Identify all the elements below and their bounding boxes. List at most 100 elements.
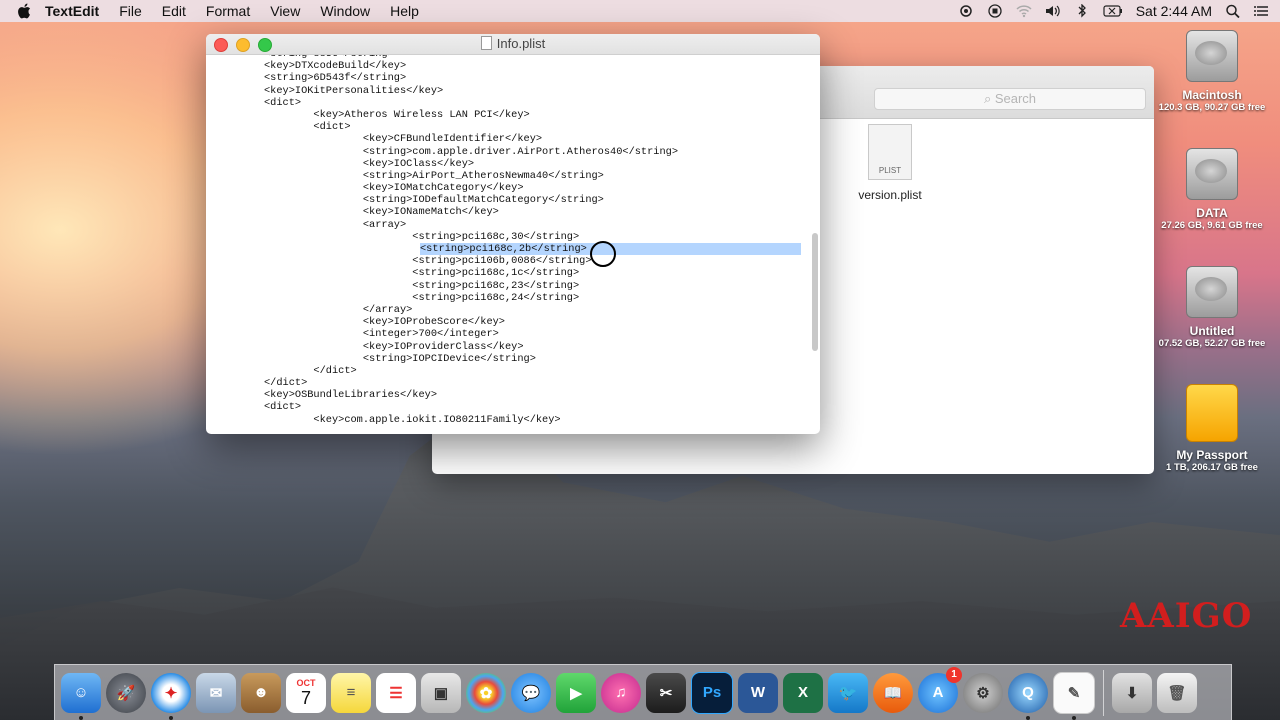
running-indicator — [1026, 715, 1030, 720]
text-line[interactable]: <key>OSBundleLibraries</key> — [206, 389, 806, 401]
text-line[interactable]: <string>pci106b,0086</string> — [206, 255, 806, 267]
downloads-stack-icon[interactable]: ⬇ — [1112, 672, 1152, 713]
safari-dock-icon[interactable]: ✦ — [151, 672, 191, 720]
ibooks-dock-icon[interactable]: 📖 — [873, 672, 913, 713]
text-editor-area[interactable]: <string>8856</string><key>DTXcodeBuild</… — [206, 55, 820, 434]
quicktime-dock-icon[interactable]: Q — [1008, 672, 1048, 720]
plist-file-icon: PLIST — [868, 124, 912, 180]
volume-icon[interactable] — [1045, 4, 1061, 18]
drive-macintosh[interactable]: Macintosh 120.3 GB, 90.27 GB free — [1150, 30, 1274, 113]
external-drive-icon — [1186, 384, 1238, 442]
text-line[interactable]: <key>IOClass</key> — [206, 158, 806, 170]
version-plist-file[interactable]: PLIST version.plist — [840, 124, 940, 202]
system-preferences-dock-icon[interactable]: ⚙ — [963, 672, 1003, 713]
text-line[interactable]: <string>AirPort_AtherosNewma40</string> — [206, 170, 806, 182]
photoshop-dock-icon[interactable]: Ps — [691, 671, 733, 714]
menu-help[interactable]: Help — [390, 3, 419, 19]
text-line[interactable]: <string>IODefaultMatchCategory</string> — [206, 194, 806, 206]
finder-dock-icon[interactable]: ☺ — [61, 672, 101, 720]
drive-name: Untitled — [1189, 324, 1235, 338]
text-line[interactable]: </dict> — [206, 365, 806, 377]
text-line[interactable]: <string>pci168c,1c</string> — [206, 267, 806, 279]
finder-search-placeholder: Search — [994, 91, 1037, 106]
text-line[interactable]: <string>com.apple.driver.AirPort.Atheros… — [206, 146, 806, 158]
spotlight-search-icon[interactable] — [1225, 4, 1241, 18]
textedit-window[interactable]: Info.plist <string>8856</string><key>DTX… — [206, 34, 820, 434]
running-indicator — [79, 715, 83, 720]
text-line[interactable]: <key>IOProbeScore</key> — [206, 316, 806, 328]
text-line[interactable]: <key>IONameMatch</key> — [206, 206, 806, 218]
messages-dock-icon[interactable]: 💬 — [511, 672, 551, 713]
calendar-dock-icon[interactable]: OCT 7 — [286, 672, 326, 713]
menu-file[interactable]: File — [119, 3, 142, 19]
menu-app-name[interactable]: TextEdit — [45, 3, 99, 19]
facetime-dock-icon[interactable]: ▶ — [556, 672, 596, 713]
textedit-dock-icon[interactable]: ✎ — [1053, 671, 1095, 720]
finder-search-field[interactable]: ⌕ Search — [874, 88, 1146, 110]
wifi-icon[interactable] — [1016, 4, 1032, 18]
text-line[interactable]: </array> — [206, 304, 806, 316]
menu-window[interactable]: Window — [320, 3, 370, 19]
text-line[interactable]: <key>DTXcodeBuild</key> — [206, 60, 806, 72]
photos-dock-icon[interactable]: ✿ — [466, 672, 506, 713]
creative-cloud-icon[interactable] — [958, 4, 974, 18]
text-line[interactable]: <dict> — [206, 121, 806, 133]
calendar-month: OCT — [296, 677, 316, 688]
text-line[interactable]: <key>com.apple.iokit.IO80211Family</key> — [206, 414, 806, 426]
dock-separator — [1103, 669, 1104, 716]
final-cut-dock-icon[interactable]: ✂ — [646, 672, 686, 713]
reminders-dock-icon[interactable]: ☰ — [376, 672, 416, 713]
app-store-dock-icon[interactable]: A1 — [918, 666, 962, 713]
menu-view[interactable]: View — [270, 3, 300, 19]
vertical-scrollbar[interactable] — [812, 233, 818, 351]
drive-untitled[interactable]: Untitled 07.52 GB, 52.27 GB free — [1150, 266, 1274, 349]
calendar-day: 7 — [300, 687, 311, 708]
menu-bar: TextEdit File Edit Format View Window He… — [0, 0, 1280, 22]
record-icon[interactable] — [987, 4, 1003, 18]
text-line[interactable]: <key>IOKitPersonalities</key> — [206, 85, 806, 97]
notes-dock-icon[interactable]: ≡ — [331, 672, 371, 713]
bluetooth-icon[interactable] — [1074, 4, 1090, 18]
text-line[interactable]: <array> — [206, 219, 806, 231]
minimize-window-button[interactable] — [236, 38, 250, 52]
drive-name: Macintosh — [1182, 88, 1242, 102]
drive-size: 07.52 GB, 52.27 GB free — [1158, 338, 1266, 349]
notification-center-icon[interactable] — [1254, 4, 1270, 18]
text-line[interactable]: <string>pci168c,23</string> — [206, 280, 806, 292]
excel-dock-icon[interactable]: X — [783, 672, 823, 713]
text-line[interactable]: <string>pci168c,24</string> — [206, 292, 806, 304]
drive-size: 27.26 GB, 9.61 GB free — [1161, 220, 1263, 231]
menu-clock[interactable]: Sat 2:44 AM — [1136, 3, 1212, 19]
text-line[interactable]: <key>IOProviderClass</key> — [206, 341, 806, 353]
trash-icon[interactable]: 🗑 — [1157, 672, 1197, 713]
text-line[interactable]: <string>6D543f</string> — [206, 72, 806, 84]
battery-icon[interactable] — [1103, 4, 1123, 18]
text-line[interactable]: <dict> — [206, 97, 806, 109]
menu-format[interactable]: Format — [206, 3, 250, 19]
text-line[interactable]: <integer>700</integer> — [206, 328, 806, 340]
word-dock-icon[interactable]: W — [738, 672, 778, 713]
plist-text-content[interactable]: <string>8856</string><key>DTXcodeBuild</… — [206, 55, 806, 426]
contacts-dock-icon[interactable]: ☻ — [241, 672, 281, 713]
itunes-dock-icon[interactable]: ♫ — [601, 672, 641, 713]
menu-edit[interactable]: Edit — [162, 3, 186, 19]
text-line[interactable]: <string>pci168c,30</string> — [206, 231, 806, 243]
close-window-button[interactable] — [214, 38, 228, 52]
text-line[interactable]: <key>CFBundleIdentifier</key> — [206, 133, 806, 145]
dock: ☺ 🚀 ✦ ✉ ☻ OCT 7 ≡ ☰ ▣ ✿ 💬 ▶ ♫ ✂ Ps W X 🐦… — [54, 664, 1232, 720]
zoom-window-button[interactable] — [258, 38, 272, 52]
tweetbot-dock-icon[interactable]: 🐦 — [828, 672, 868, 713]
apple-menu-icon[interactable] — [17, 3, 31, 19]
text-line[interactable]: <key>IOMatchCategory</key> — [206, 182, 806, 194]
text-line[interactable]: <key>Atheros Wireless LAN PCI</key> — [206, 109, 806, 121]
cursor-highlight-icon — [590, 241, 616, 267]
preview-dock-icon[interactable]: ▣ — [421, 672, 461, 713]
mail-dock-icon[interactable]: ✉ — [196, 672, 236, 713]
drive-data[interactable]: DATA 27.26 GB, 9.61 GB free — [1150, 148, 1274, 231]
launchpad-dock-icon[interactable]: 🚀 — [106, 672, 146, 713]
text-line[interactable]: </dict> — [206, 377, 806, 389]
drive-my-passport[interactable]: My Passport 1 TB, 206.17 GB free — [1150, 384, 1274, 473]
text-line[interactable]: <dict> — [206, 401, 806, 413]
textedit-titlebar[interactable]: Info.plist — [206, 34, 820, 55]
text-line[interactable]: <string>IOPCIDevice</string> — [206, 353, 806, 365]
